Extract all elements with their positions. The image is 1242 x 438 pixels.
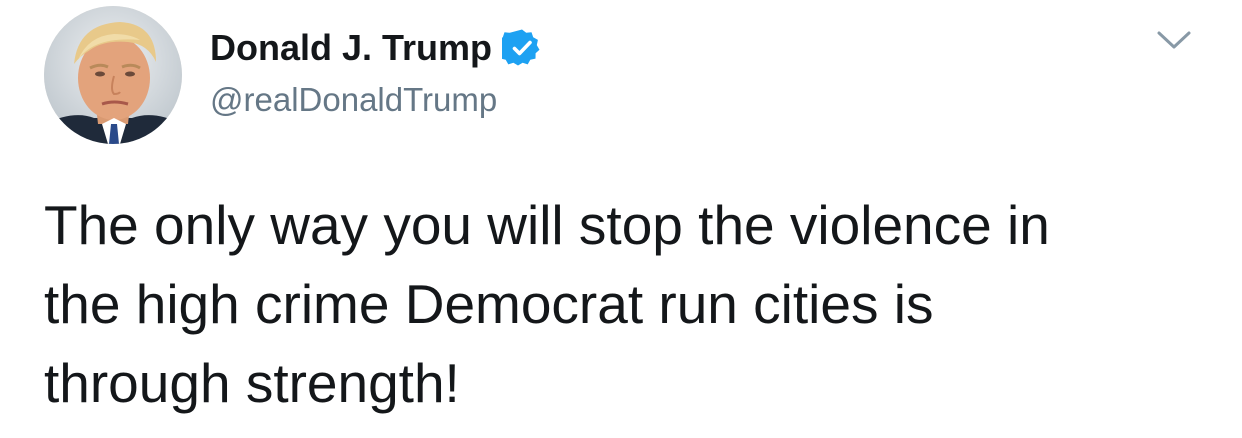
verified-badge-icon: [502, 28, 542, 68]
author-handle[interactable]: @realDonaldTrump: [210, 78, 497, 122]
tweet-card: Donald J. Trump @realDonaldTrump The onl…: [0, 0, 1242, 438]
author-avatar[interactable]: [44, 6, 182, 144]
tweet-text-line: The only way you will stop the violence …: [44, 194, 1050, 256]
tweet-text: The only way you will stop the violence …: [44, 186, 1214, 423]
tweet-text-line: the high crime Democrat run cities is: [44, 273, 934, 335]
tweet-text-line: through strength!: [44, 352, 460, 414]
profile-photo-icon: [44, 6, 182, 144]
chevron-down-icon: [1157, 31, 1191, 49]
author-name-row: Donald J. Trump: [210, 24, 542, 72]
author-display-name[interactable]: Donald J. Trump: [210, 24, 492, 72]
tweet-menu-button[interactable]: [1150, 22, 1198, 58]
